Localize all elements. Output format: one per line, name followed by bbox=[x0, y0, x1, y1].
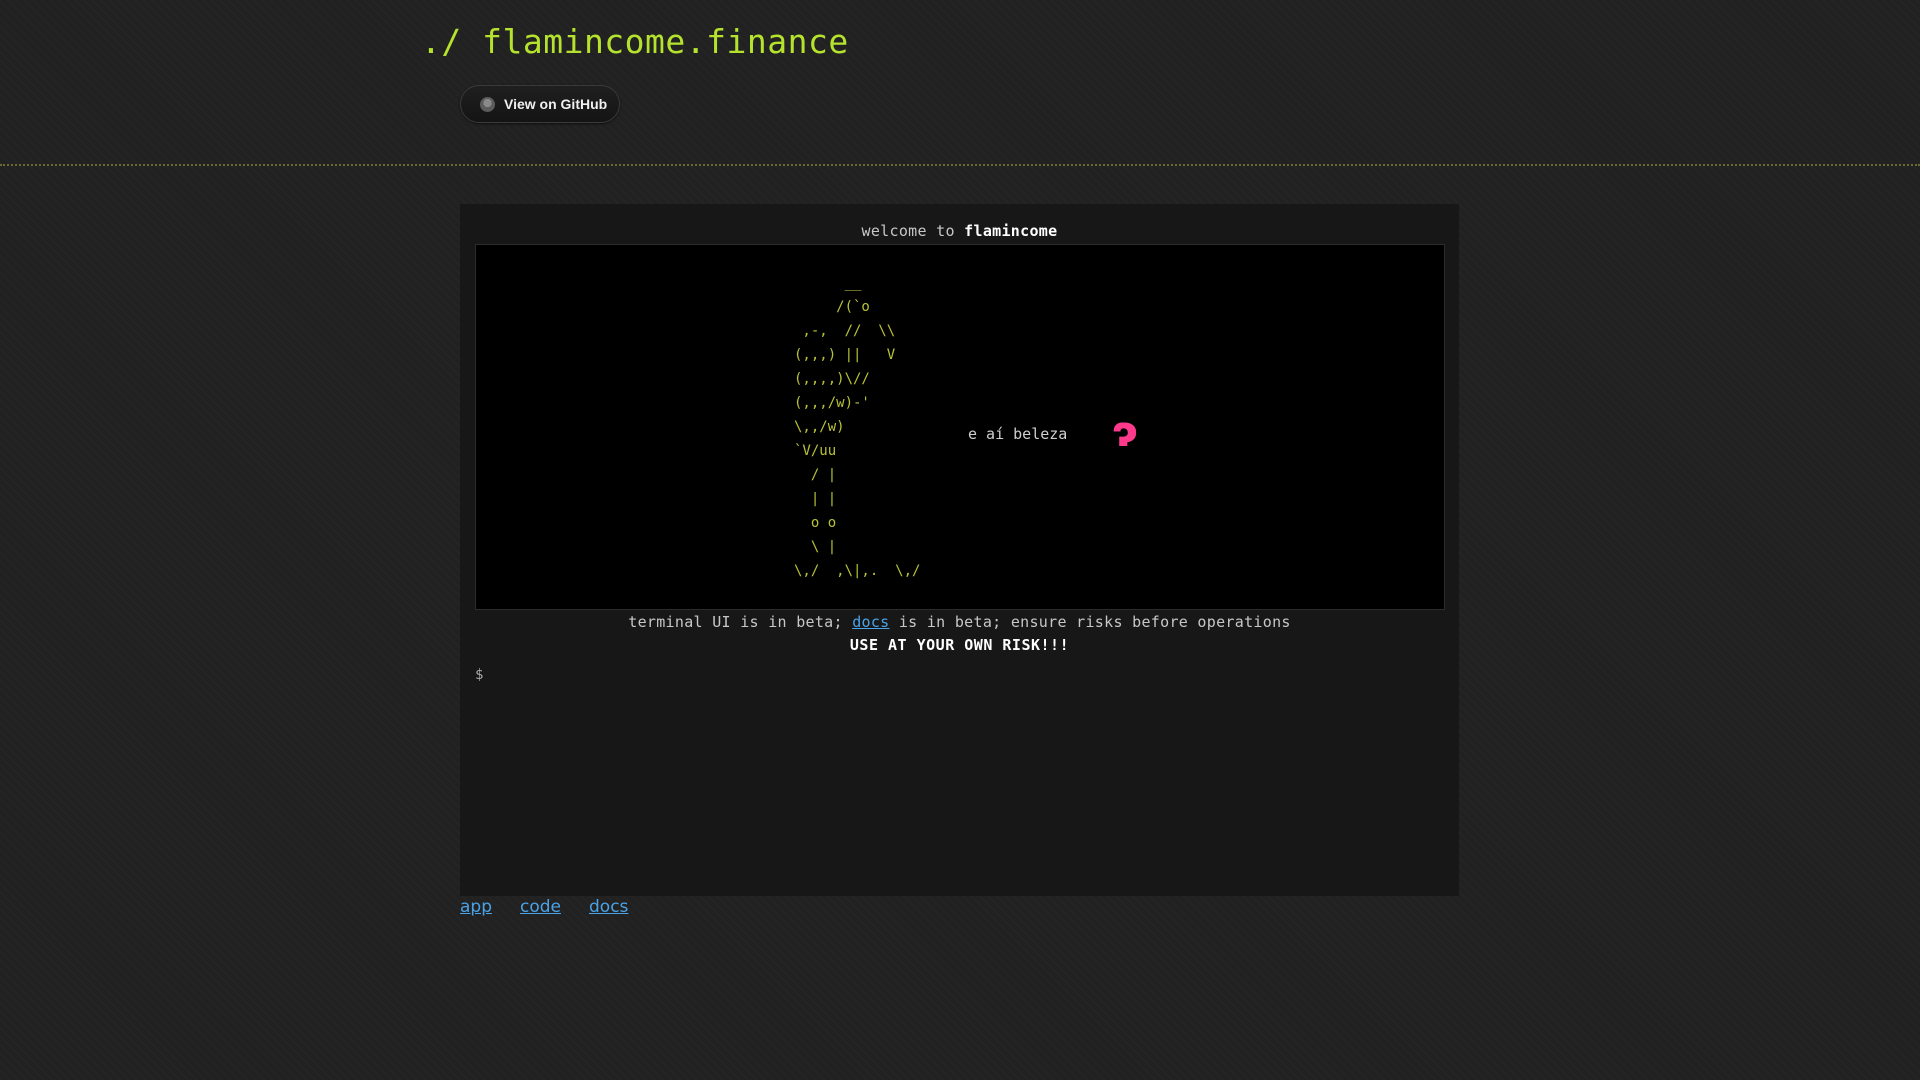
flamingo-ascii-art: __ /(`o ,-, // \\ (,,,) || V (,,,,)\// (… bbox=[794, 275, 921, 579]
welcome-prefix: welcome to bbox=[861, 222, 965, 240]
beta-notice-suffix: is in beta; ensure risks before operatio… bbox=[889, 613, 1291, 631]
terminal-panel[interactable]: welcome to flamincome __ /(`o ,-, // \\ … bbox=[460, 204, 1459, 896]
welcome-name: flamincome bbox=[964, 222, 1058, 240]
command-input[interactable] bbox=[491, 666, 1435, 684]
view-on-github-label: View on GitHub bbox=[504, 96, 608, 112]
github-icon bbox=[480, 96, 495, 112]
footer-link-app[interactable]: app bbox=[460, 897, 492, 917]
beta-notice: terminal UI is in beta; docs is in beta;… bbox=[460, 613, 1459, 631]
beta-notice-prefix: terminal UI is in beta; bbox=[628, 613, 853, 631]
greeting-text: e aí beleza bbox=[968, 425, 1068, 443]
welcome-line: welcome to flamincome bbox=[460, 222, 1459, 240]
flamincome-logo-icon: ɂ bbox=[1112, 407, 1138, 456]
footer-link-docs[interactable]: docs bbox=[589, 897, 628, 917]
command-prompt[interactable]: $ bbox=[475, 664, 1435, 686]
site-title: ./ flamincome.finance bbox=[421, 22, 849, 61]
site-header: ./ flamincome.finance View on GitHub bbox=[0, 0, 1920, 166]
footer-nav: app code docs bbox=[460, 897, 628, 917]
prompt-symbol: $ bbox=[475, 667, 484, 683]
risk-warning: USE AT YOUR OWN RISK!!! bbox=[849, 636, 1070, 654]
notice-docs-link[interactable]: docs bbox=[852, 613, 889, 631]
view-on-github-button[interactable]: View on GitHub bbox=[460, 85, 620, 123]
footer-link-code[interactable]: code bbox=[520, 897, 561, 917]
ascii-banner: __ /(`o ,-, // \\ (,,,) || V (,,,,)\// (… bbox=[475, 244, 1445, 610]
